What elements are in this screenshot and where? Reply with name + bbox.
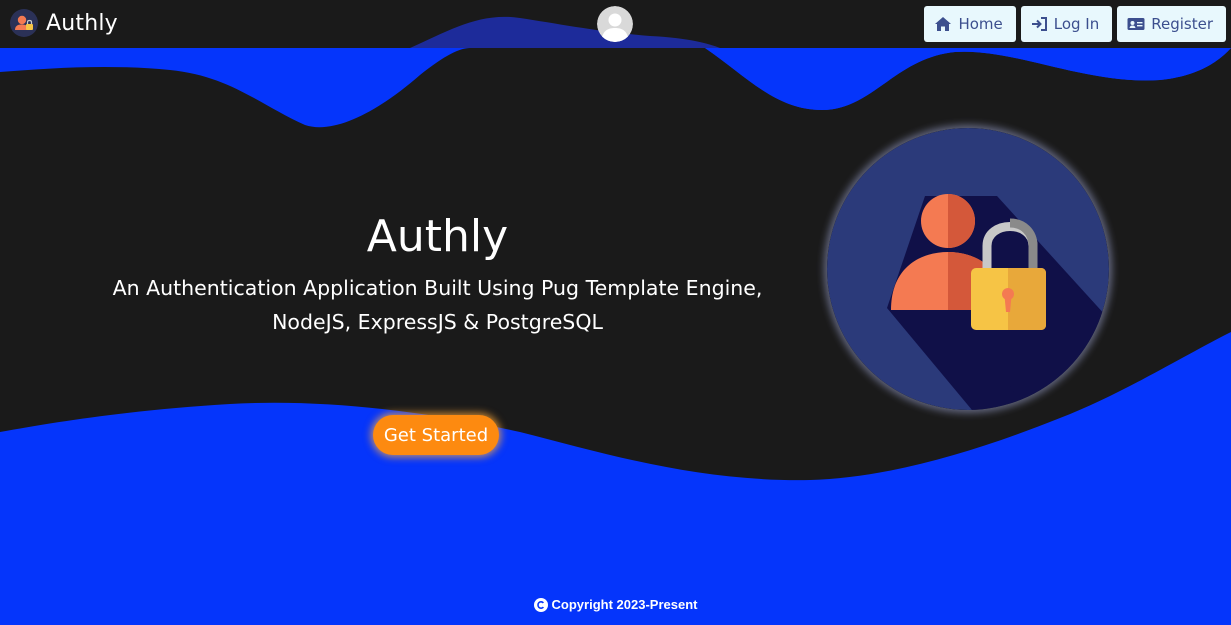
register-button-label: Register [1151, 15, 1213, 33]
user-lock-icon [10, 9, 38, 37]
home-button[interactable]: Home [924, 6, 1016, 42]
copyright-text: Copyright 2023-Present [551, 597, 698, 612]
brand[interactable]: Authly [10, 9, 118, 37]
hero-title: Authly [366, 211, 509, 262]
copyright-icon [533, 597, 548, 612]
brand-name: Authly [46, 10, 118, 36]
copyright-notice: Copyright 2023-Present [533, 597, 698, 612]
home-icon [935, 17, 952, 31]
nav-buttons: Home Log In Register [924, 6, 1226, 42]
hero-section: Authly An Authentication Application Bui… [40, 209, 835, 339]
get-started-button[interactable]: Get Started [373, 415, 499, 455]
login-icon [1031, 17, 1047, 31]
footer: Copyright 2023-Present [0, 597, 1231, 617]
register-button[interactable]: Register [1117, 6, 1226, 42]
user-avatar[interactable] [597, 6, 633, 42]
user-with-padlock-illustration [827, 128, 1109, 410]
login-button[interactable]: Log In [1020, 6, 1113, 42]
hero-subtitle: An Authentication Application Built Usin… [112, 276, 763, 334]
login-button-label: Log In [1053, 15, 1100, 33]
navbar: Authly Home Log In Register [0, 0, 1231, 48]
user-avatar-icon [597, 6, 633, 42]
home-button-label: Home [958, 15, 1003, 33]
id-card-icon [1127, 18, 1145, 30]
